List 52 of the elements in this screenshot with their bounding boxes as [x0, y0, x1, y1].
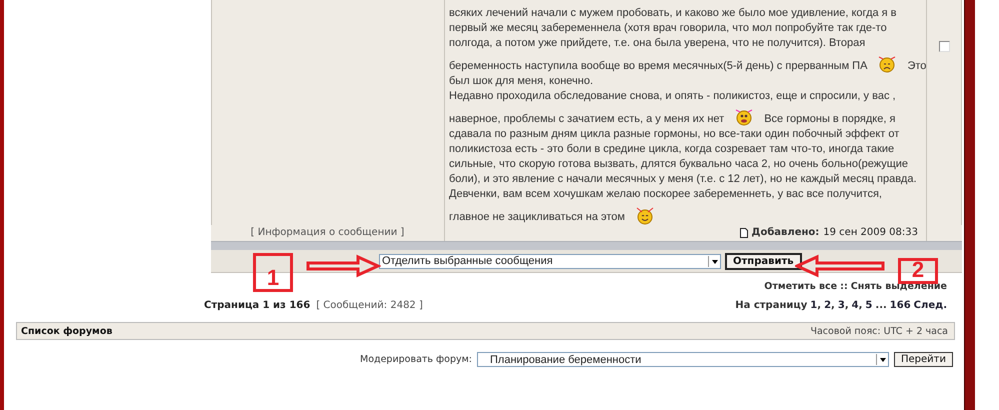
- arrow-icon: [305, 254, 381, 278]
- annotation-number: 1: [253, 253, 293, 292]
- annotation-number: 2: [898, 258, 938, 284]
- smiley-face-icon: [734, 107, 754, 127]
- next-link[interactable]: След.: [914, 300, 947, 311]
- page-link[interactable]: 1: [810, 300, 818, 311]
- forum-list-link[interactable]: Список форумов: [21, 326, 112, 336]
- message-text: полгода, а потом уже прийдете, т.е. она была уверена, что не получится). Вторая: [449, 36, 866, 51]
- mark-all-link[interactable]: Отметить все: [764, 281, 838, 292]
- page-link[interactable]: 166: [890, 300, 911, 311]
- info-link[interactable]: [ Информация о сообщении ]: [250, 227, 404, 238]
- post-count: [ Сообщений: 2482 ]: [316, 300, 423, 311]
- pagination-label: На страницу: [735, 300, 808, 311]
- message-text: боли), и это явление с начали месячных у меня (т.е. с 12 лет), но не каждый месяц правда.: [449, 172, 917, 187]
- page-link[interactable]: 2: [824, 300, 832, 311]
- message-text: беременность наступила вообще во время месячных(5-й день) с прерванным ПА: [449, 59, 868, 74]
- moderate-label: Модерировать форум:: [360, 354, 472, 365]
- timezone-text: Часовой пояс: UTC + 2 часа: [810, 326, 948, 336]
- document-icon: [740, 228, 748, 238]
- page-link[interactable]: 4: [852, 300, 859, 311]
- go-button[interactable]: Перейти: [894, 352, 953, 367]
- message-text: Все гормоны в порядке, я: [764, 112, 896, 127]
- action-select[interactable]: Отделить выбранные сообщения: [379, 254, 721, 268]
- added-label: Добавлено:: [752, 227, 820, 238]
- message-text: Недавно проходила обследование снова, и опять - поликистоз, еще и спросили, у вас ,: [449, 89, 896, 104]
- message-text: был шок для меня, конечно.: [449, 74, 594, 89]
- page-link[interactable]: 3: [838, 300, 845, 311]
- ellipsis: ...: [875, 300, 887, 311]
- post-checkbox[interactable]: [938, 41, 950, 52]
- smiley-face-icon: [877, 54, 898, 74]
- arrow-icon: [795, 254, 885, 278]
- message-text: Девченки, вам всем хочушкам желаю поскорее забеременнеть, у вас все получится,: [449, 187, 882, 202]
- separator: ,: [844, 300, 849, 311]
- message-text: Это: [907, 59, 926, 74]
- message-text: сдавала по разным дням цикла разные гормоны, но все-таки один побочный эффект от: [449, 127, 900, 142]
- page-link[interactable]: 5: [865, 300, 872, 311]
- submit-button[interactable]: Отправить: [725, 252, 802, 270]
- separator: ::: [840, 281, 848, 292]
- message-text: первый же месяц забеременнела (хотя врач говорила, что мол попробуйте так где-то: [449, 21, 887, 36]
- post-date: 19 сен 2009 08:33: [823, 227, 918, 238]
- message-text: главное не зацикливаться на этом: [449, 210, 625, 225]
- forum-select[interactable]: Планирование беременности: [477, 352, 889, 367]
- separator: ,: [831, 300, 835, 311]
- separator: ,: [858, 300, 862, 311]
- unmark-all-link[interactable]: Снять выделение: [850, 281, 947, 292]
- message-text: наверное, проблемы с зачатием есть, а у меня их нет: [449, 112, 724, 127]
- smiley-face-icon: [634, 205, 655, 225]
- message-text: сильные, что скорую готова вызвать, длятся буквально часа 2, но очень больно(режущие: [449, 157, 908, 172]
- message-text: всяких лечений начали с мужем пробовать, и каково же было мое удивление, когда я в: [449, 6, 897, 21]
- message-text: поликистоза есть - это боли в средине цикла, когда созревает там что-то, иногда такие: [449, 142, 894, 157]
- separator: ,: [817, 300, 822, 311]
- page-indicator: Страница 1 из 166: [204, 300, 310, 311]
